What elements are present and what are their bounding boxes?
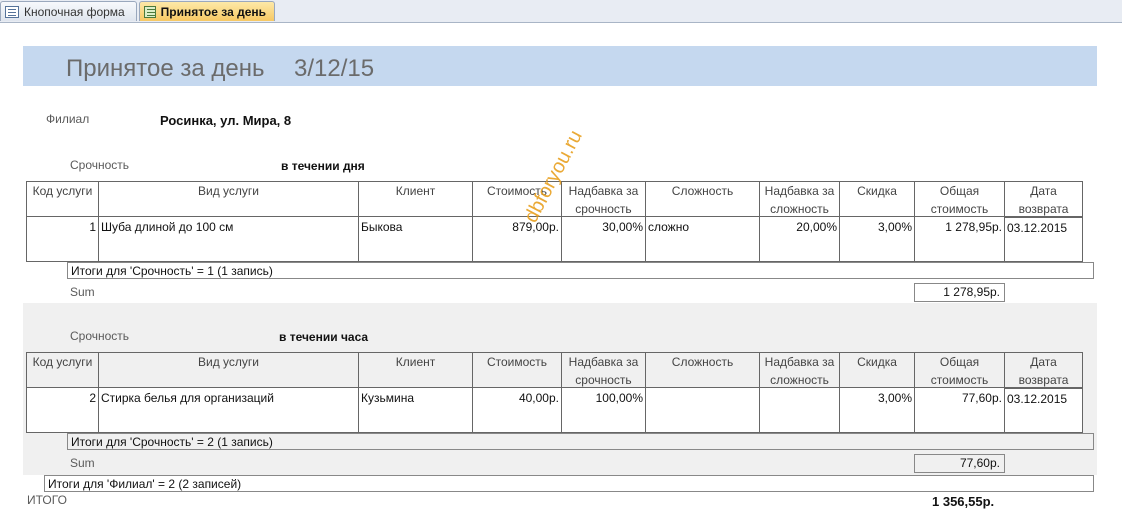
tab-label: Принятое за день: [160, 4, 266, 19]
cell-cost: 879,00р.: [472, 217, 562, 262]
filial-totals-line: Итоги для 'Филиал' = 2 (2 записей): [44, 475, 1094, 492]
cell-service: Стирка белья для организаций: [98, 388, 359, 433]
tab-label: Кнопочная форма: [24, 4, 125, 19]
group-sum-value: 77,60р.: [914, 454, 1005, 473]
cell-client: Кузьмина: [358, 388, 473, 433]
cell-total: 77,60р.: [914, 388, 1005, 433]
report-icon: [144, 5, 156, 18]
cell-complexity: сложно: [645, 217, 760, 262]
urgency-value: в течении дня: [281, 159, 365, 173]
column-header-complexity: Сложность: [645, 181, 760, 217]
column-header-complexity-markup: Надбавка за сложность: [759, 181, 840, 217]
column-header-discount: Скидка: [839, 352, 915, 388]
cell-code: 2: [26, 388, 99, 433]
column-header-return-date: Дата возврата: [1004, 181, 1083, 217]
urgency-label: Срочность: [70, 329, 130, 343]
column-header-service: Вид услуги: [98, 181, 359, 217]
urgency-value: в течении часа: [279, 330, 369, 344]
sum-label: Sum: [70, 456, 95, 470]
cell-complexity-markup: [759, 388, 840, 433]
column-header-return-date: Дата возврата: [1004, 352, 1083, 388]
column-header-service: Вид услуги: [98, 352, 359, 388]
column-header-code: Код услуги: [26, 181, 99, 217]
report-date: 3/12/15: [294, 55, 375, 82]
group-totals-line: Итоги для 'Срочность' = 1 (1 запись): [67, 262, 1094, 279]
cell-service: Шуба длиной до 100 см: [98, 217, 359, 262]
cell-code: 1: [26, 217, 99, 262]
sum-label: Sum: [70, 285, 95, 299]
group-totals-line: Итоги для 'Срочность' = 2 (1 запись): [67, 433, 1094, 450]
column-header-code: Код услуги: [26, 352, 99, 388]
cell-cost: 40,00р.: [472, 388, 562, 433]
column-header-urgent-markup: Надбавка за срочность: [561, 181, 646, 217]
cell-total: 1 278,95р.: [914, 217, 1005, 262]
cell-return-date: 03.12.2015: [1004, 388, 1083, 433]
column-header-client: Клиент: [358, 181, 473, 217]
cell-complexity: [645, 388, 760, 433]
grand-total-label: ИТОГО: [27, 493, 67, 507]
cell-client: Быкова: [358, 217, 473, 262]
group-sum-value: 1 278,95р.: [914, 283, 1005, 302]
filial-value: Росинка, ул. Мира, 8: [160, 113, 292, 128]
report-title: Принятое за день: [66, 55, 265, 82]
cell-discount: 3,00%: [839, 217, 915, 262]
cell-complexity-markup: 20,00%: [759, 217, 840, 262]
tab-switchboard-form[interactable]: Кнопочная форма: [0, 1, 137, 21]
filial-label: Филиал: [46, 112, 90, 126]
column-header-total: Общая стоимость: [914, 352, 1005, 388]
cell-urgent-markup: 100,00%: [561, 388, 646, 433]
cell-return-date: 03.12.2015: [1004, 217, 1083, 262]
grand-total-value: 1 356,55р.: [932, 494, 995, 509]
column-header-client: Клиент: [358, 352, 473, 388]
column-header-cost: Стоимость: [472, 352, 562, 388]
column-header-urgent-markup: Надбавка за срочность: [561, 352, 646, 388]
document-tab-bar: Кнопочная форма Принятое за день: [0, 0, 1122, 23]
cell-discount: 3,00%: [839, 388, 915, 433]
urgency-label: Срочность: [70, 158, 130, 172]
column-header-total: Общая стоимость: [914, 181, 1005, 217]
column-header-discount: Скидка: [839, 181, 915, 217]
column-header-complexity-markup: Надбавка за сложность: [759, 352, 840, 388]
tab-daily-report[interactable]: Принятое за день: [139, 1, 275, 21]
column-header-complexity: Сложность: [645, 352, 760, 388]
form-icon: [5, 5, 19, 18]
cell-urgent-markup: 30,00%: [561, 217, 646, 262]
